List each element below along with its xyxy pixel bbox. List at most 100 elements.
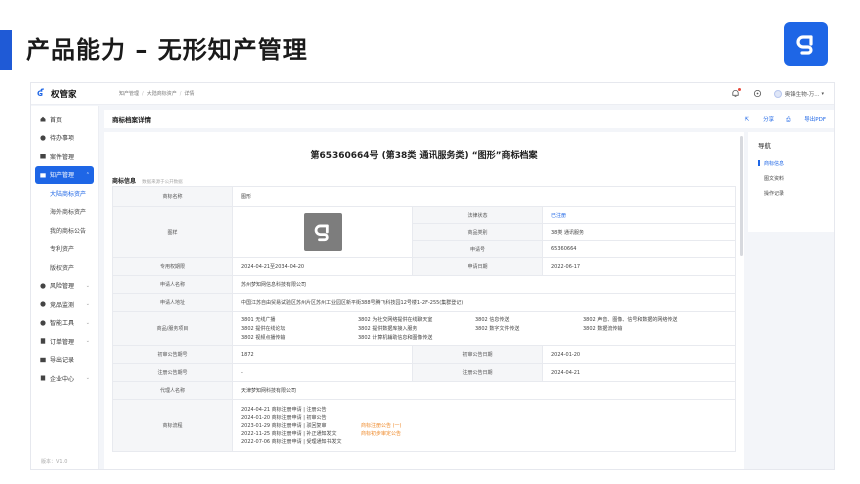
sidebar-item-home[interactable]: 首页	[31, 110, 98, 129]
trademark-image-cell	[232, 206, 413, 258]
share-button[interactable]: ⇱ 分享	[745, 115, 774, 123]
flow-link[interactable]: 商标初步审定公告	[361, 430, 401, 438]
anchor-nav-item[interactable]: 图文资料	[758, 175, 824, 182]
flow-text: 2023-01-29 商标注册申请 | 驳回复审	[241, 422, 327, 429]
table-value: 65360664	[542, 240, 736, 258]
sidebar-subitem-copyrights[interactable]: 版权资产	[31, 258, 98, 277]
order-icon	[40, 338, 46, 344]
sidebar-item-label: 企业中心	[50, 375, 75, 383]
chevron-down-icon: ▾	[821, 90, 824, 97]
app-brand[interactable]: ʛ 权管家	[31, 88, 113, 100]
table-label: 商品类别	[412, 223, 543, 241]
clock-icon	[40, 135, 46, 141]
sidebar-subitem-trademark-notices[interactable]: 我的商标公告	[31, 221, 98, 240]
sidebar-item-label: 风险管理	[50, 283, 75, 291]
table-label: 图样	[112, 206, 233, 258]
trademark-image[interactable]	[303, 213, 342, 251]
page-title: 商标档案详情	[112, 116, 151, 124]
breadcrumb-item[interactable]: 大陆商标资产	[147, 90, 177, 97]
breadcrumb-item[interactable]: 知产管理	[119, 90, 139, 97]
sidebar-item-label: 智能工具	[50, 320, 75, 328]
notification-dot	[737, 87, 741, 91]
bell-icon[interactable]	[730, 87, 742, 100]
app-window: ʛ 权管家 知产管理 / 大陆商标资产 / 详情 奥锋生物-万... ▾ 首页 …	[30, 82, 835, 470]
status-badge: 已注册	[542, 206, 736, 224]
scrollbar[interactable]	[740, 136, 743, 256]
table-label: 商品/服务项目	[112, 311, 233, 346]
flow-link[interactable]: 商标注册公告 (一)	[361, 422, 402, 430]
refresh-icon[interactable]	[752, 88, 764, 100]
sidebar-item-exports[interactable]: 导出记录	[31, 351, 98, 370]
table-value: 天津梦知网科技有限公司	[232, 381, 736, 400]
trademark-detail-panel: 第65360664号 (第38类 通讯服务类) “图形”商标档案 商标信息 数据…	[104, 132, 744, 469]
sidebar-item-risk[interactable]: 风险管理 ⌄	[31, 277, 98, 296]
slide-accent-bar	[0, 30, 12, 70]
goods-item: 3802 计算机辅助信息和图像传送	[358, 335, 433, 341]
table-label: 申请号	[412, 240, 543, 258]
sidebar-item-ip-management[interactable]: 知产管理 ⌃	[35, 165, 94, 184]
user-name: 奥锋生物-万...	[784, 91, 820, 98]
anchor-nav-item[interactable]: 商标信息	[758, 160, 824, 167]
flow-row: 2024-01-20 商标注册申请 | 初审公告	[241, 414, 727, 422]
chevron-down-icon: ⌄	[85, 282, 90, 289]
section-note: 数据来源于公开数据	[142, 180, 183, 185]
export-pdf-button[interactable]: ⎙ 导出PDF	[786, 115, 826, 124]
page-header: 商标档案详情 ⇱ 分享 ⎙ 导出PDF	[104, 110, 834, 128]
sidebar-item-orders[interactable]: 订单管理 ⌄	[31, 332, 98, 351]
table-label: 注册公告日期	[412, 363, 543, 382]
goods-item: 3801 无线广播	[241, 317, 276, 323]
tools-icon	[40, 320, 46, 326]
goods-item: 3802 提供在线论坛	[241, 326, 286, 332]
table-label: 申请人地址	[112, 293, 233, 312]
flow-row: 2022-11-25 商标注册申请 | 补正通知发文 商标初步审定公告	[241, 430, 727, 438]
chevron-down-icon: ⌄	[85, 301, 90, 308]
flow-text: 2024-01-20 商标注册申请 | 初审公告	[241, 414, 327, 421]
table-value: 38类 通讯服务	[542, 223, 736, 241]
table-label: 初审公告日期	[412, 345, 543, 364]
user-menu[interactable]: 奥锋生物-万... ▾	[773, 89, 824, 98]
table-label: 专用权期限	[112, 257, 233, 276]
sidebar-subitem-patents[interactable]: 专利资产	[31, 240, 98, 259]
sidebar-item-label: 导出记录	[50, 357, 75, 365]
export-label: 导出PDF	[804, 116, 826, 123]
trademark-flow-cell: 2024-04-21 商标注册申请 | 注册公告 2024-01-20 商标注册…	[232, 399, 736, 452]
table-label: 代理人名称	[112, 381, 233, 400]
sidebar-subitem-overseas-trademarks[interactable]: 海外商标资产	[31, 203, 98, 222]
flow-text: 2022-07-06 商标注册申请 | 受理通知书发文	[241, 438, 342, 445]
section-heading: 商标信息 数据来源于公开数据	[112, 176, 183, 185]
brand-name: 权管家	[51, 89, 77, 100]
table-label: 商标流程	[112, 399, 233, 452]
sidebar-item-enterprise[interactable]: 企业中心 ⌄	[31, 369, 98, 388]
flow-text: 2022-11-25 商标注册申请 | 补正通知发文	[241, 430, 337, 437]
table-label: 商标名称	[112, 186, 233, 207]
breadcrumb-item: 详情	[184, 91, 195, 97]
building-icon	[40, 375, 46, 381]
document-title: 第65360664号 (第38类 通讯服务类) “图形”商标档案	[310, 151, 538, 161]
anchor-nav-title: 导航	[758, 142, 771, 150]
table-value: 1872	[232, 345, 413, 364]
main-area: 商标档案详情 ⇱ 分享 ⎙ 导出PDF 第65360664号 (第38类 通讯服…	[104, 106, 834, 469]
share-label: 分享	[763, 117, 775, 123]
sidebar-item-cases[interactable]: 案件管理	[31, 147, 98, 166]
section-title: 商标信息	[112, 178, 137, 185]
monitor-icon	[40, 301, 46, 307]
chevron-up-icon: ⌃	[85, 171, 90, 178]
sidebar-item-label: 案件管理	[50, 153, 75, 161]
version-label: 版本：V1.0	[41, 459, 68, 465]
goods-item: 3802 提供数据库接入服务	[358, 326, 418, 332]
sidebar-item-competitor[interactable]: 竞品监测 ⌄	[31, 295, 98, 314]
sidebar-subitem-mainland-trademarks[interactable]: 大陆商标资产	[31, 184, 98, 203]
sidebar-item-todo[interactable]: 待办事项	[31, 129, 98, 148]
sidebar-item-tools[interactable]: 智能工具 ⌄	[31, 314, 98, 333]
avatar	[773, 89, 782, 98]
folder-icon	[40, 153, 46, 159]
topbar-actions: 奥锋生物-万... ▾	[720, 87, 834, 100]
chevron-down-icon: ⌄	[85, 375, 90, 382]
slide-title: 产品能力 – 无形知产管理	[26, 36, 308, 64]
table-value: 2024-01-20	[542, 345, 736, 364]
table-value: 图形	[232, 186, 736, 207]
flow-text: 2024-04-21 商标注册申请 | 注册公告	[241, 406, 327, 413]
anchor-nav-item[interactable]: 操作记录	[758, 190, 824, 197]
header-actions: ⇱ 分享 ⎙ 导出PDF	[733, 115, 834, 124]
table-label: 申请人名称	[112, 275, 233, 294]
